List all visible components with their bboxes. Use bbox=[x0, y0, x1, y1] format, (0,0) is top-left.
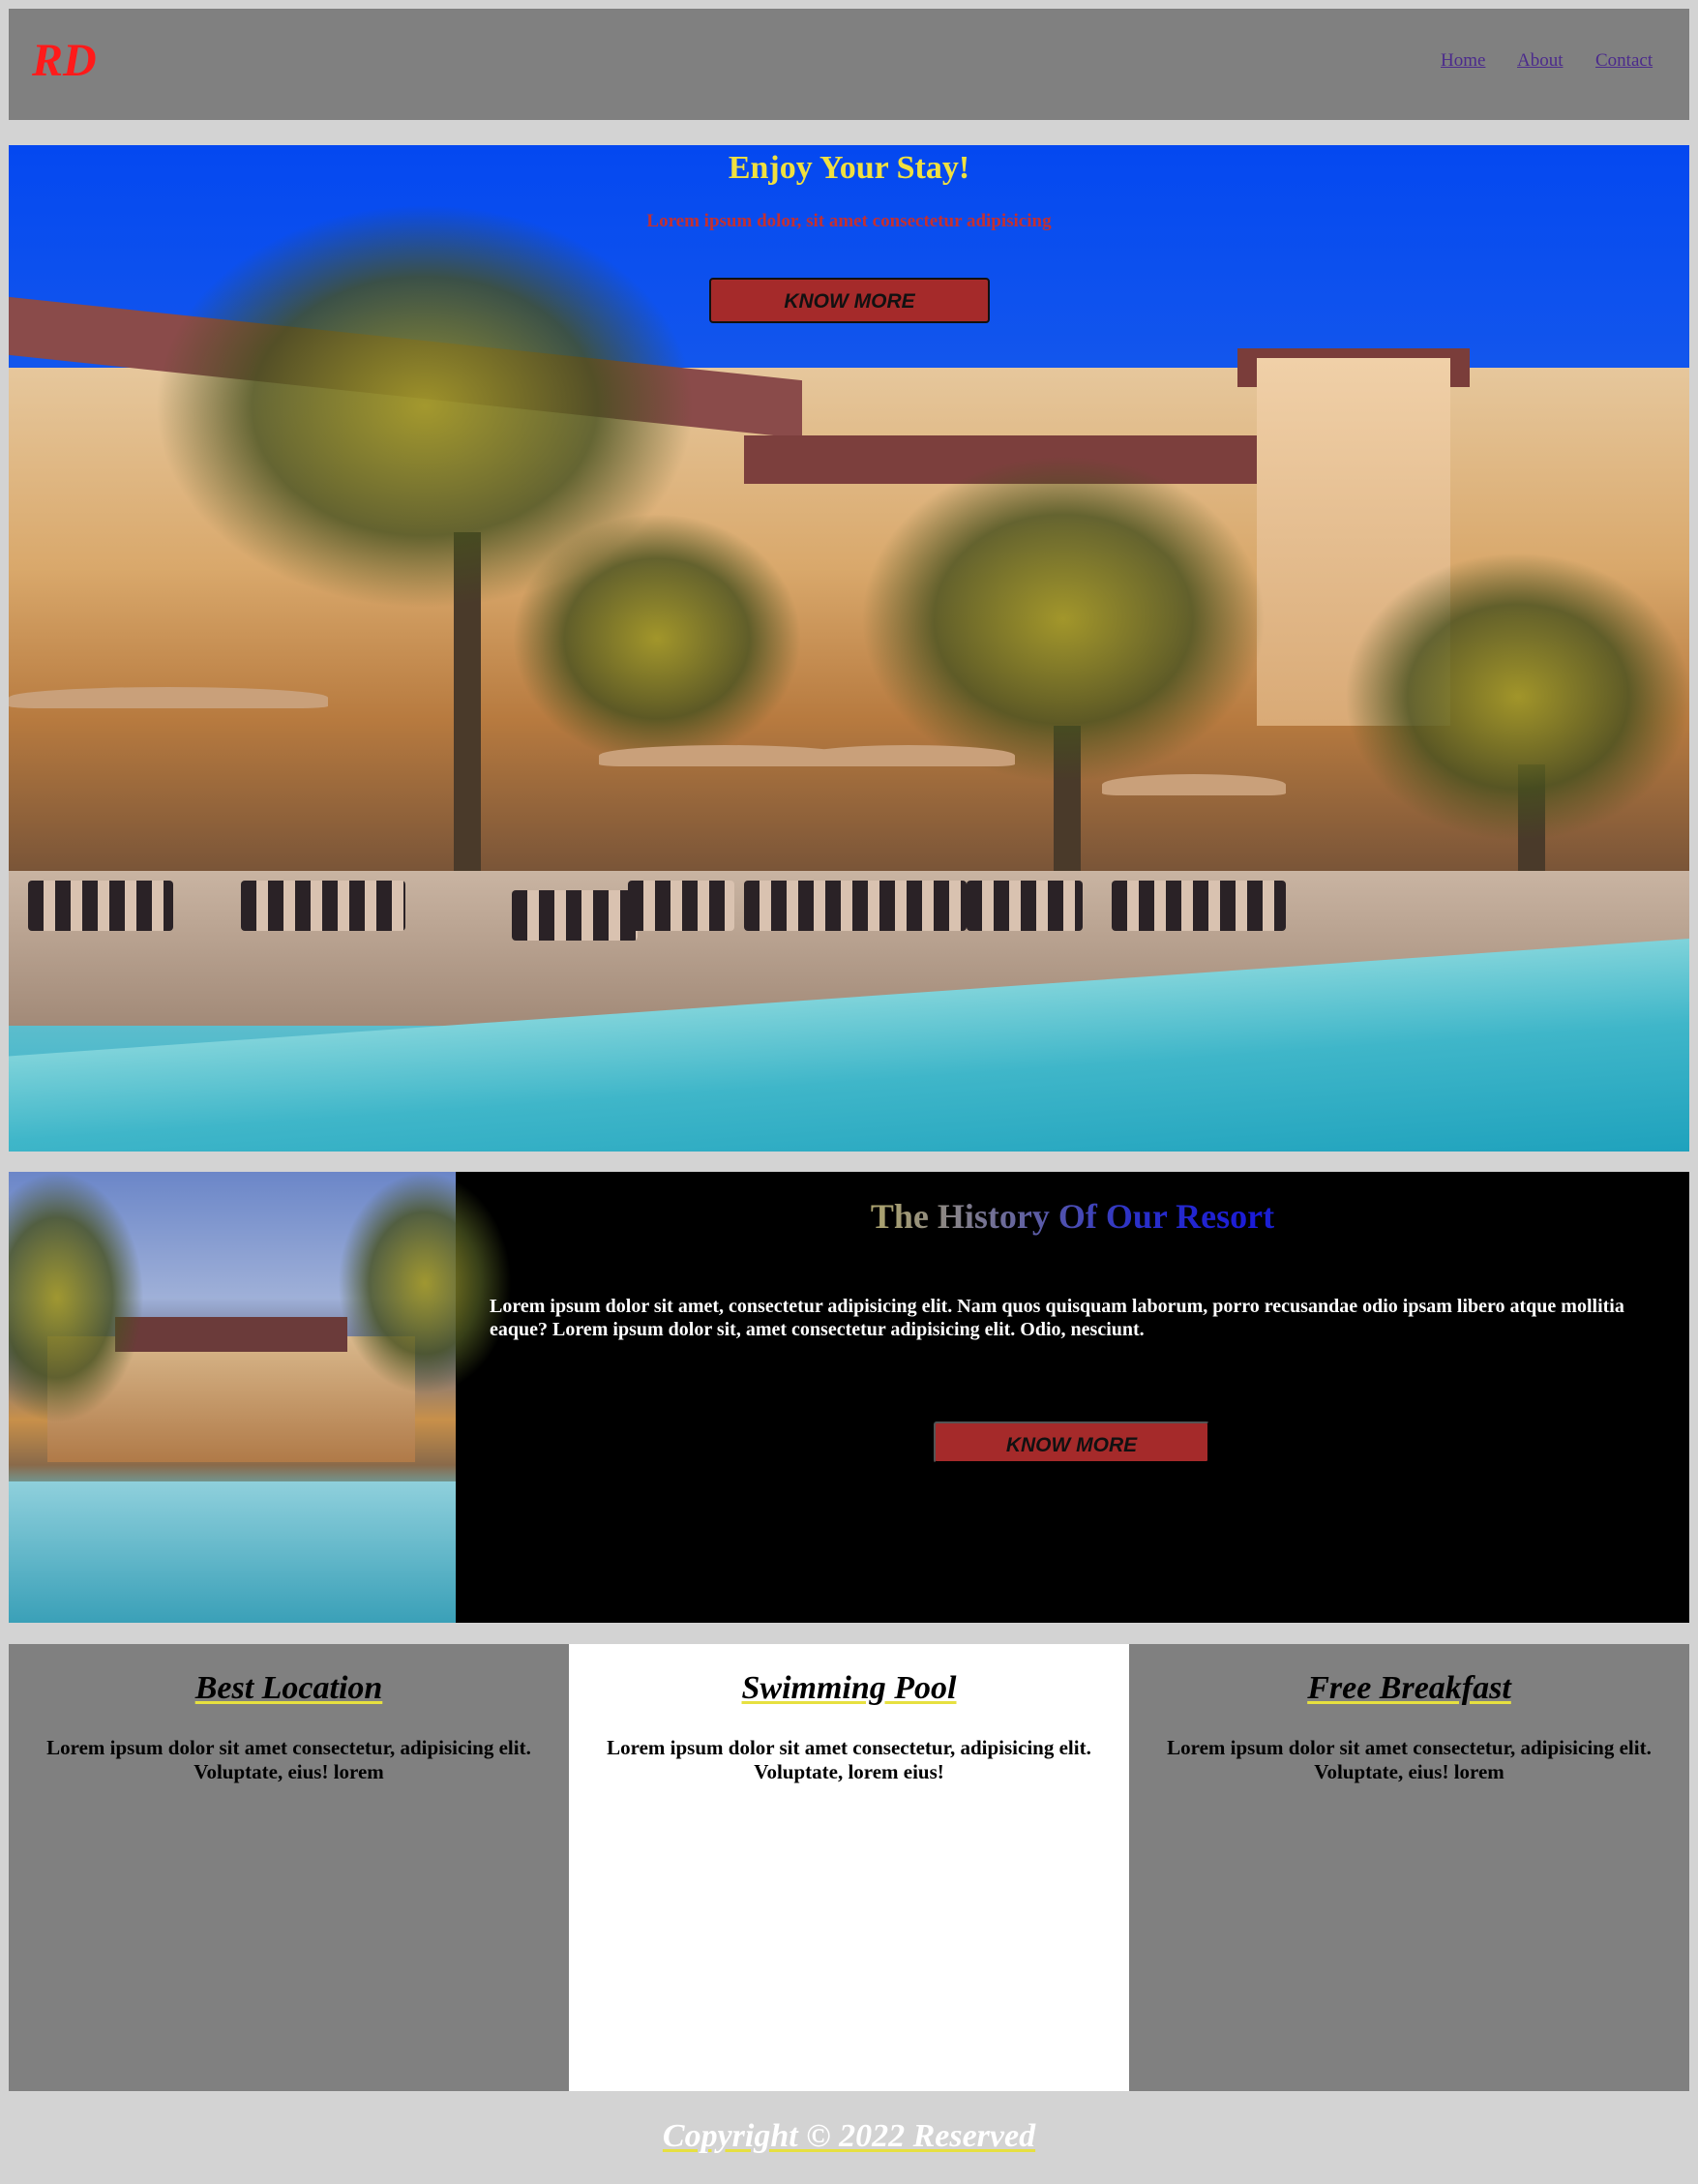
parasol bbox=[1102, 774, 1286, 795]
nav-link-about[interactable]: About bbox=[1517, 51, 1564, 70]
history-section: The History Of Our Resort Lorem ipsum do… bbox=[9, 1172, 1689, 1623]
sun-lounger bbox=[967, 881, 1083, 931]
sun-lounger bbox=[241, 881, 405, 931]
hero-subtitle: Lorem ipsum dolor, sit amet consectetur … bbox=[646, 211, 1052, 231]
hero-section: Enjoy Your Stay! Lorem ipsum dolor, sit … bbox=[9, 145, 1689, 1152]
sun-lounger bbox=[512, 890, 638, 941]
nav-link-home[interactable]: Home bbox=[1441, 51, 1485, 70]
feature-title-text: Free Breakfast bbox=[1307, 1670, 1511, 1706]
footer-copyright: Copyright © 2022 Reserved bbox=[0, 2117, 1698, 2157]
history-resort-image bbox=[9, 1172, 512, 1623]
feature-title: Best Location bbox=[9, 1669, 569, 1709]
history-image-pool bbox=[9, 1481, 456, 1623]
feature-title: Swimming Pool bbox=[569, 1669, 1129, 1709]
feature-text: Lorem ipsum dolor sit amet consectetur, … bbox=[1167, 1736, 1652, 1783]
hero-know-more-button[interactable]: KNOW MORE bbox=[709, 278, 990, 323]
sun-lounger bbox=[1112, 881, 1286, 931]
hero-title: Enjoy Your Stay! bbox=[728, 150, 970, 186]
feature-title-text: Best Location bbox=[194, 1670, 383, 1706]
parasol bbox=[9, 687, 328, 708]
feature-title-text: Swimming Pool bbox=[741, 1670, 957, 1706]
feature-card-free-breakfast: Free Breakfast Lorem ipsum dolor sit ame… bbox=[1129, 1644, 1689, 2091]
history-image-roof bbox=[115, 1317, 347, 1352]
nav-link-contact[interactable]: Contact bbox=[1595, 51, 1653, 70]
palm-tree bbox=[1344, 552, 1689, 842]
feature-title: Free Breakfast bbox=[1129, 1669, 1689, 1709]
sun-lounger bbox=[628, 881, 734, 931]
feature-card-swimming-pool: Swimming Pool Lorem ipsum dolor sit amet… bbox=[569, 1644, 1129, 2091]
feature-text: Lorem ipsum dolor sit amet consectetur, … bbox=[46, 1736, 531, 1783]
history-title: The History Of Our Resort bbox=[456, 1196, 1689, 1238]
history-know-more-button[interactable]: KNOW MORE bbox=[934, 1421, 1209, 1463]
history-text: Lorem ipsum dolor sit amet, consectetur … bbox=[490, 1296, 1624, 1341]
footer-copyright-text: Copyright © 2022 Reserved bbox=[662, 2118, 1036, 2154]
feature-text: Lorem ipsum dolor sit amet consectetur, … bbox=[607, 1736, 1091, 1783]
navbar: RD Home About Contact bbox=[9, 9, 1689, 120]
logo[interactable]: RD bbox=[32, 38, 97, 84]
feature-card-best-location: Best Location Lorem ipsum dolor sit amet… bbox=[9, 1644, 569, 2091]
sun-lounger bbox=[28, 881, 173, 931]
palm-tree bbox=[860, 455, 1266, 784]
palm-tree bbox=[512, 513, 802, 764]
sun-lounger bbox=[744, 881, 967, 931]
parasol bbox=[802, 745, 1015, 766]
